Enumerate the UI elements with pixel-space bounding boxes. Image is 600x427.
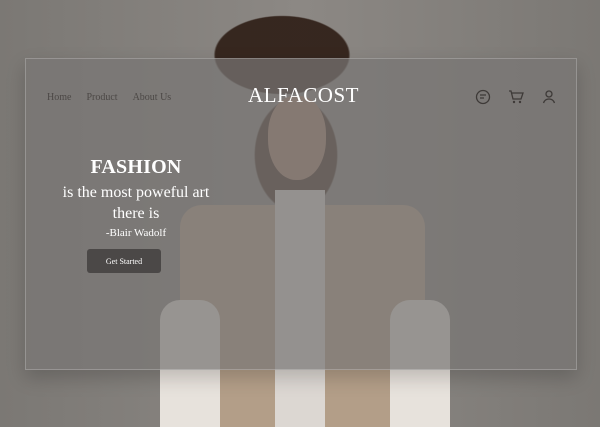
hero-author: -Blair Wadolf xyxy=(105,227,167,239)
hero-quote-line-2: there is xyxy=(112,205,160,222)
nav-home-link[interactable]: Home xyxy=(47,92,71,103)
nav-about-link[interactable]: About Us xyxy=(133,92,172,103)
header-actions xyxy=(474,88,558,106)
nav-product-link[interactable]: Product xyxy=(86,92,117,103)
hero-headline: FASHION xyxy=(90,156,182,178)
brand-logo[interactable]: ALFACOST xyxy=(248,83,359,108)
main-navigation: Home Product About Us xyxy=(47,92,171,103)
hero-copy: FASHION is the most poweful art there is… xyxy=(56,156,216,239)
user-icon[interactable] xyxy=(540,88,558,106)
hero-quote: is the most poweful art there is xyxy=(56,182,216,224)
cart-icon[interactable] xyxy=(507,88,525,106)
get-started-button[interactable]: Get Started xyxy=(87,249,161,273)
chat-icon[interactable] xyxy=(474,88,492,106)
hero-card: Home Product About Us ALFACOST FASHION i… xyxy=(25,58,577,370)
hero-quote-line-1: is the most poweful art xyxy=(62,184,210,201)
